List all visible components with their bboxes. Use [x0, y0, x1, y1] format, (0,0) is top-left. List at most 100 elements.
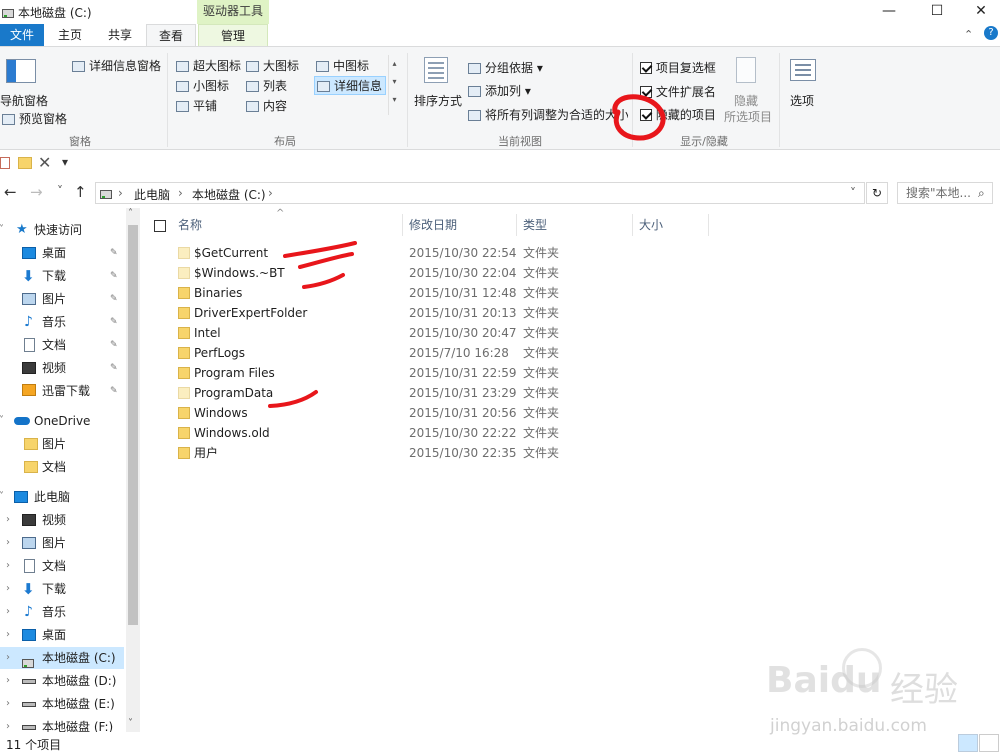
scroll-down-icon[interactable]: ˅ [128, 718, 133, 729]
nav-pc-desktop[interactable]: › 桌面 [0, 624, 126, 646]
layout-gallery-scroll[interactable]: ▴ ▾ ▾ [388, 55, 400, 115]
layout-details[interactable]: 详细信息 [314, 76, 386, 95]
options-icon[interactable] [790, 59, 816, 81]
nav-pc-videos[interactable]: › 视频 [0, 509, 126, 531]
table-row[interactable]: $GetCurrent 2015/10/30 22:54 文件夹 [172, 243, 732, 263]
breadcrumb-separator-icon[interactable]: › [178, 186, 183, 200]
layout-large-icons[interactable]: 大图标 [246, 57, 299, 76]
layout-medium-icons[interactable]: 中图标 [316, 57, 369, 76]
nav-quick-access[interactable]: ˅ ★ 快速访问 [0, 219, 126, 241]
details-pane-button[interactable]: 详细信息窗格 [72, 57, 161, 74]
back-icon[interactable]: ← [4, 183, 17, 201]
table-row[interactable]: 用户 2015/10/30 22:35 文件夹 [172, 443, 732, 463]
expand-chevron-icon[interactable]: › [6, 578, 10, 600]
help-icon[interactable]: ? [984, 26, 998, 40]
nav-pc-local-disk-e[interactable]: › 本地磁盘 (E:) [0, 693, 126, 715]
search-input[interactable]: 搜索"本地... ⌕ [897, 182, 993, 204]
layout-extra-large-icons[interactable]: 超大图标 [176, 57, 241, 76]
column-header-size[interactable]: 大小 [633, 214, 709, 236]
file-extensions-toggle[interactable]: 文件扩展名 [640, 83, 716, 100]
nav-pc-local-disk-d[interactable]: › 本地磁盘 (D:) [0, 670, 126, 692]
table-row[interactable]: Intel 2015/10/30 20:47 文件夹 [172, 323, 732, 343]
nav-quick-desktop[interactable]: 桌面 ✎ [0, 242, 126, 264]
table-row[interactable]: Windows 2015/10/31 20:56 文件夹 [172, 403, 732, 423]
nav-pc-pictures[interactable]: › 图片 [0, 532, 126, 554]
nav-onedrive[interactable]: ˅ OneDrive [0, 410, 126, 432]
sort-by-icon[interactable] [424, 57, 448, 83]
layout-small-icons[interactable]: 小图标 [176, 77, 229, 96]
expanded-chevron-icon[interactable]: ˅ [0, 219, 4, 241]
address-dropdown-icon[interactable]: ˅ [850, 186, 856, 200]
nav-onedrive-documents[interactable]: 文档 [0, 456, 126, 478]
options-button[interactable]: 选项 [790, 92, 814, 109]
tab-share[interactable]: 共享 [98, 24, 142, 46]
table-row[interactable]: $Windows.~BT 2015/10/30 22:04 文件夹 [172, 263, 732, 283]
table-row[interactable]: Binaries 2015/10/31 12:48 文件夹 [172, 283, 732, 303]
sort-by-button[interactable]: 排序方式 [414, 92, 462, 109]
file-extensions-checkbox[interactable] [640, 86, 652, 98]
item-checkboxes-checkbox[interactable] [640, 62, 652, 74]
refresh-button[interactable]: ↻ [866, 182, 888, 204]
column-header-date[interactable]: 修改日期 [403, 214, 517, 236]
nav-quick-documents[interactable]: 文档 ✎ [0, 334, 126, 356]
expand-chevron-icon[interactable]: › [6, 509, 10, 531]
layout-content[interactable]: 内容 [246, 97, 287, 116]
column-header-name[interactable]: 名称 [172, 214, 403, 236]
new-folder-icon[interactable] [18, 157, 32, 169]
minimize-button[interactable]: — [866, 0, 912, 24]
table-row[interactable]: ProgramData 2015/10/31 23:29 文件夹 [172, 383, 732, 403]
ribbon-collapse-icon[interactable]: ⌃ [964, 28, 973, 41]
nav-pc-music[interactable]: › ♪ 音乐 [0, 601, 126, 623]
layout-tiles[interactable]: 平铺 [176, 97, 217, 116]
tab-view[interactable]: 查看 [146, 24, 196, 47]
nav-quick-videos[interactable]: 视频 ✎ [0, 357, 126, 379]
expand-chevron-icon[interactable]: › [6, 624, 10, 646]
table-row[interactable]: Windows.old 2015/10/30 22:22 文件夹 [172, 423, 732, 443]
nav-pc-local-disk-f[interactable]: › 本地磁盘 (F:) [0, 716, 126, 732]
nav-quick-music[interactable]: ♪ 音乐 ✎ [0, 311, 126, 333]
expanded-chevron-icon[interactable]: ˅ [0, 410, 4, 432]
expand-chevron-icon[interactable]: › [6, 670, 10, 692]
nav-scrollbar-thumb[interactable] [128, 225, 138, 625]
nav-onedrive-pictures[interactable]: 图片 [0, 433, 126, 455]
nav-pane-button[interactable]: 导航窗格 [0, 92, 48, 109]
expand-chevron-icon[interactable]: › [6, 555, 10, 577]
breadcrumb-this-pc[interactable]: 此电脑 [134, 186, 170, 203]
nav-this-pc[interactable]: ˅ 此电脑 [0, 486, 126, 508]
nav-pc-documents[interactable]: › 文档 [0, 555, 126, 577]
nav-quick-downloads[interactable]: ⬇ 下载 ✎ [0, 265, 126, 287]
tab-home[interactable]: 主页 [46, 24, 94, 46]
scroll-up-icon[interactable]: ˄ [128, 208, 133, 219]
fit-columns-button[interactable]: 将所有列调整为合适的大小 [468, 106, 628, 123]
table-row[interactable]: DriverExpertFolder 2015/10/31 20:13 文件夹 [172, 303, 732, 323]
delete-icon[interactable]: ✕ [38, 153, 51, 172]
preview-pane-button[interactable]: 预览窗格 [2, 110, 67, 127]
up-icon[interactable]: ↑ [74, 183, 87, 201]
item-checkboxes-toggle[interactable]: 项目复选框 [640, 59, 716, 76]
breadcrumb-separator-icon[interactable]: › [268, 186, 273, 200]
hidden-items-toggle[interactable]: 隐藏的项目 [640, 106, 716, 123]
hidden-items-checkbox[interactable] [640, 109, 652, 121]
expand-chevron-icon[interactable]: › [6, 647, 10, 669]
expand-chevron-icon[interactable]: › [6, 601, 10, 623]
maximize-button[interactable]: ☐ [914, 0, 960, 24]
table-row[interactable]: Program Files 2015/10/31 22:59 文件夹 [172, 363, 732, 383]
breadcrumb-separator-icon[interactable]: › [118, 186, 123, 200]
breadcrumb-local-disk-c[interactable]: 本地磁盘 (C:) [192, 186, 266, 203]
column-header-type[interactable]: 类型 [517, 214, 633, 236]
nav-quick-pictures[interactable]: 图片 ✎ [0, 288, 126, 310]
recent-locations-icon[interactable]: ˅ [57, 184, 63, 198]
expand-chevron-icon[interactable]: › [6, 532, 10, 554]
address-bar[interactable]: › 此电脑 › 本地磁盘 (C:) › ˅ [95, 182, 865, 204]
close-button[interactable]: ✕ [958, 0, 1000, 24]
search-icon[interactable]: ⌕ [978, 183, 985, 203]
group-by-button[interactable]: 分组依据 ▾ [468, 59, 543, 76]
forward-icon[interactable]: → [30, 183, 43, 201]
properties-icon[interactable] [0, 157, 10, 169]
tab-file[interactable]: 文件 [0, 24, 44, 46]
nav-pc-downloads[interactable]: › ⬇ 下载 [0, 578, 126, 600]
expand-chevron-icon[interactable]: › [6, 716, 10, 732]
expand-chevron-icon[interactable]: › [6, 693, 10, 715]
select-all-checkbox[interactable] [154, 220, 166, 232]
qat-dropdown-icon[interactable]: ▾ [62, 155, 68, 169]
